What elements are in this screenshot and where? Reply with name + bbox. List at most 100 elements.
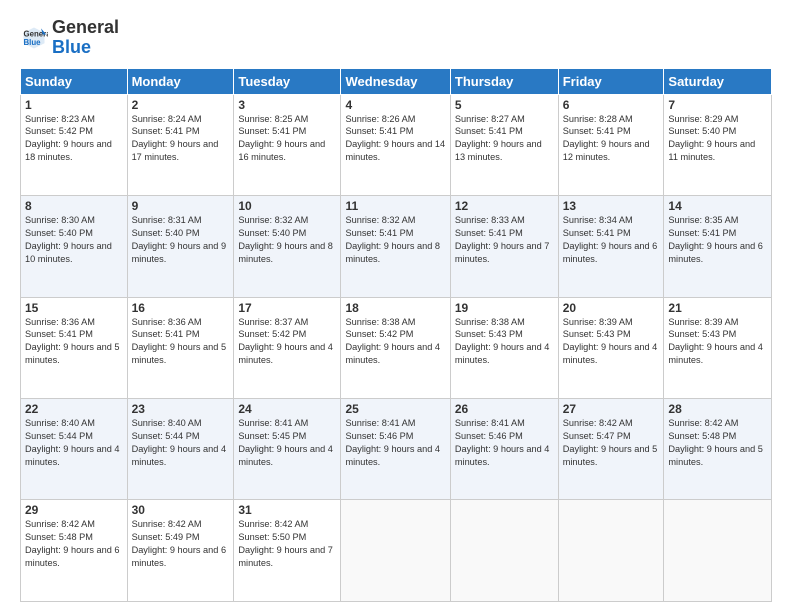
svg-text:Blue: Blue <box>24 38 42 47</box>
calendar-cell: 25Sunrise: 8:41 AMSunset: 5:46 PMDayligh… <box>341 399 450 500</box>
calendar-cell: 1Sunrise: 8:23 AMSunset: 5:42 PMDaylight… <box>21 94 128 195</box>
calendar-cell: 8Sunrise: 8:30 AMSunset: 5:40 PMDaylight… <box>21 196 128 297</box>
calendar-cell <box>450 500 558 602</box>
day-info: Sunrise: 8:41 AMSunset: 5:46 PMDaylight:… <box>455 417 554 469</box>
day-number: 5 <box>455 98 554 112</box>
calendar-cell: 11Sunrise: 8:32 AMSunset: 5:41 PMDayligh… <box>341 196 450 297</box>
day-info: Sunrise: 8:23 AMSunset: 5:42 PMDaylight:… <box>25 113 123 165</box>
day-number: 11 <box>345 199 445 213</box>
calendar-cell: 14Sunrise: 8:35 AMSunset: 5:41 PMDayligh… <box>664 196 772 297</box>
day-number: 9 <box>132 199 230 213</box>
day-info: Sunrise: 8:32 AMSunset: 5:40 PMDaylight:… <box>238 214 336 266</box>
day-number: 18 <box>345 301 445 315</box>
week-row-1: 1Sunrise: 8:23 AMSunset: 5:42 PMDaylight… <box>21 94 772 195</box>
calendar-cell: 15Sunrise: 8:36 AMSunset: 5:41 PMDayligh… <box>21 297 128 398</box>
calendar-cell: 2Sunrise: 8:24 AMSunset: 5:41 PMDaylight… <box>127 94 234 195</box>
calendar-cell: 19Sunrise: 8:38 AMSunset: 5:43 PMDayligh… <box>450 297 558 398</box>
day-info: Sunrise: 8:41 AMSunset: 5:46 PMDaylight:… <box>345 417 445 469</box>
calendar-table: SundayMondayTuesdayWednesdayThursdayFrid… <box>20 68 772 602</box>
day-info: Sunrise: 8:40 AMSunset: 5:44 PMDaylight:… <box>25 417 123 469</box>
calendar-cell: 21Sunrise: 8:39 AMSunset: 5:43 PMDayligh… <box>664 297 772 398</box>
day-number: 7 <box>668 98 767 112</box>
logo-icon: General Blue <box>20 24 48 52</box>
weekday-tuesday: Tuesday <box>234 68 341 94</box>
calendar-cell: 13Sunrise: 8:34 AMSunset: 5:41 PMDayligh… <box>558 196 664 297</box>
calendar-cell: 12Sunrise: 8:33 AMSunset: 5:41 PMDayligh… <box>450 196 558 297</box>
day-number: 16 <box>132 301 230 315</box>
weekday-header-row: SundayMondayTuesdayWednesdayThursdayFrid… <box>21 68 772 94</box>
day-info: Sunrise: 8:36 AMSunset: 5:41 PMDaylight:… <box>132 316 230 368</box>
day-number: 17 <box>238 301 336 315</box>
weekday-saturday: Saturday <box>664 68 772 94</box>
day-info: Sunrise: 8:24 AMSunset: 5:41 PMDaylight:… <box>132 113 230 165</box>
day-info: Sunrise: 8:25 AMSunset: 5:41 PMDaylight:… <box>238 113 336 165</box>
calendar-cell: 22Sunrise: 8:40 AMSunset: 5:44 PMDayligh… <box>21 399 128 500</box>
day-number: 1 <box>25 98 123 112</box>
calendar-page: General Blue GeneralBlue SundayMondayTue… <box>0 0 792 612</box>
day-info: Sunrise: 8:38 AMSunset: 5:42 PMDaylight:… <box>345 316 445 368</box>
calendar-cell: 20Sunrise: 8:39 AMSunset: 5:43 PMDayligh… <box>558 297 664 398</box>
day-info: Sunrise: 8:30 AMSunset: 5:40 PMDaylight:… <box>25 214 123 266</box>
day-number: 13 <box>563 199 660 213</box>
day-number: 8 <box>25 199 123 213</box>
calendar-cell: 4Sunrise: 8:26 AMSunset: 5:41 PMDaylight… <box>341 94 450 195</box>
calendar-cell: 6Sunrise: 8:28 AMSunset: 5:41 PMDaylight… <box>558 94 664 195</box>
day-info: Sunrise: 8:36 AMSunset: 5:41 PMDaylight:… <box>25 316 123 368</box>
page-header: General Blue GeneralBlue <box>20 18 772 58</box>
calendar-cell: 31Sunrise: 8:42 AMSunset: 5:50 PMDayligh… <box>234 500 341 602</box>
day-number: 25 <box>345 402 445 416</box>
calendar-cell: 10Sunrise: 8:32 AMSunset: 5:40 PMDayligh… <box>234 196 341 297</box>
day-info: Sunrise: 8:39 AMSunset: 5:43 PMDaylight:… <box>563 316 660 368</box>
calendar-cell: 23Sunrise: 8:40 AMSunset: 5:44 PMDayligh… <box>127 399 234 500</box>
day-number: 3 <box>238 98 336 112</box>
day-info: Sunrise: 8:35 AMSunset: 5:41 PMDaylight:… <box>668 214 767 266</box>
weekday-sunday: Sunday <box>21 68 128 94</box>
day-info: Sunrise: 8:27 AMSunset: 5:41 PMDaylight:… <box>455 113 554 165</box>
day-info: Sunrise: 8:37 AMSunset: 5:42 PMDaylight:… <box>238 316 336 368</box>
day-number: 30 <box>132 503 230 517</box>
week-row-4: 22Sunrise: 8:40 AMSunset: 5:44 PMDayligh… <box>21 399 772 500</box>
day-info: Sunrise: 8:33 AMSunset: 5:41 PMDaylight:… <box>455 214 554 266</box>
calendar-cell <box>664 500 772 602</box>
day-info: Sunrise: 8:41 AMSunset: 5:45 PMDaylight:… <box>238 417 336 469</box>
weekday-wednesday: Wednesday <box>341 68 450 94</box>
calendar-cell: 30Sunrise: 8:42 AMSunset: 5:49 PMDayligh… <box>127 500 234 602</box>
day-number: 19 <box>455 301 554 315</box>
day-number: 26 <box>455 402 554 416</box>
day-info: Sunrise: 8:42 AMSunset: 5:48 PMDaylight:… <box>25 518 123 570</box>
logo-text: GeneralBlue <box>52 18 119 58</box>
calendar-cell: 9Sunrise: 8:31 AMSunset: 5:40 PMDaylight… <box>127 196 234 297</box>
weekday-monday: Monday <box>127 68 234 94</box>
calendar-cell: 18Sunrise: 8:38 AMSunset: 5:42 PMDayligh… <box>341 297 450 398</box>
day-number: 27 <box>563 402 660 416</box>
day-info: Sunrise: 8:42 AMSunset: 5:47 PMDaylight:… <box>563 417 660 469</box>
day-number: 14 <box>668 199 767 213</box>
calendar-cell: 27Sunrise: 8:42 AMSunset: 5:47 PMDayligh… <box>558 399 664 500</box>
weekday-thursday: Thursday <box>450 68 558 94</box>
day-number: 10 <box>238 199 336 213</box>
day-number: 6 <box>563 98 660 112</box>
calendar-cell: 28Sunrise: 8:42 AMSunset: 5:48 PMDayligh… <box>664 399 772 500</box>
calendar-cell: 7Sunrise: 8:29 AMSunset: 5:40 PMDaylight… <box>664 94 772 195</box>
calendar-cell: 5Sunrise: 8:27 AMSunset: 5:41 PMDaylight… <box>450 94 558 195</box>
day-info: Sunrise: 8:28 AMSunset: 5:41 PMDaylight:… <box>563 113 660 165</box>
day-info: Sunrise: 8:29 AMSunset: 5:40 PMDaylight:… <box>668 113 767 165</box>
day-info: Sunrise: 8:42 AMSunset: 5:49 PMDaylight:… <box>132 518 230 570</box>
calendar-cell: 24Sunrise: 8:41 AMSunset: 5:45 PMDayligh… <box>234 399 341 500</box>
calendar-cell: 3Sunrise: 8:25 AMSunset: 5:41 PMDaylight… <box>234 94 341 195</box>
day-number: 2 <box>132 98 230 112</box>
calendar-cell: 17Sunrise: 8:37 AMSunset: 5:42 PMDayligh… <box>234 297 341 398</box>
day-number: 12 <box>455 199 554 213</box>
calendar-cell: 29Sunrise: 8:42 AMSunset: 5:48 PMDayligh… <box>21 500 128 602</box>
week-row-3: 15Sunrise: 8:36 AMSunset: 5:41 PMDayligh… <box>21 297 772 398</box>
day-info: Sunrise: 8:26 AMSunset: 5:41 PMDaylight:… <box>345 113 445 165</box>
day-info: Sunrise: 8:39 AMSunset: 5:43 PMDaylight:… <box>668 316 767 368</box>
week-row-2: 8Sunrise: 8:30 AMSunset: 5:40 PMDaylight… <box>21 196 772 297</box>
day-info: Sunrise: 8:42 AMSunset: 5:48 PMDaylight:… <box>668 417 767 469</box>
day-number: 31 <box>238 503 336 517</box>
calendar-body: 1Sunrise: 8:23 AMSunset: 5:42 PMDaylight… <box>21 94 772 601</box>
day-number: 23 <box>132 402 230 416</box>
day-number: 15 <box>25 301 123 315</box>
day-info: Sunrise: 8:31 AMSunset: 5:40 PMDaylight:… <box>132 214 230 266</box>
week-row-5: 29Sunrise: 8:42 AMSunset: 5:48 PMDayligh… <box>21 500 772 602</box>
